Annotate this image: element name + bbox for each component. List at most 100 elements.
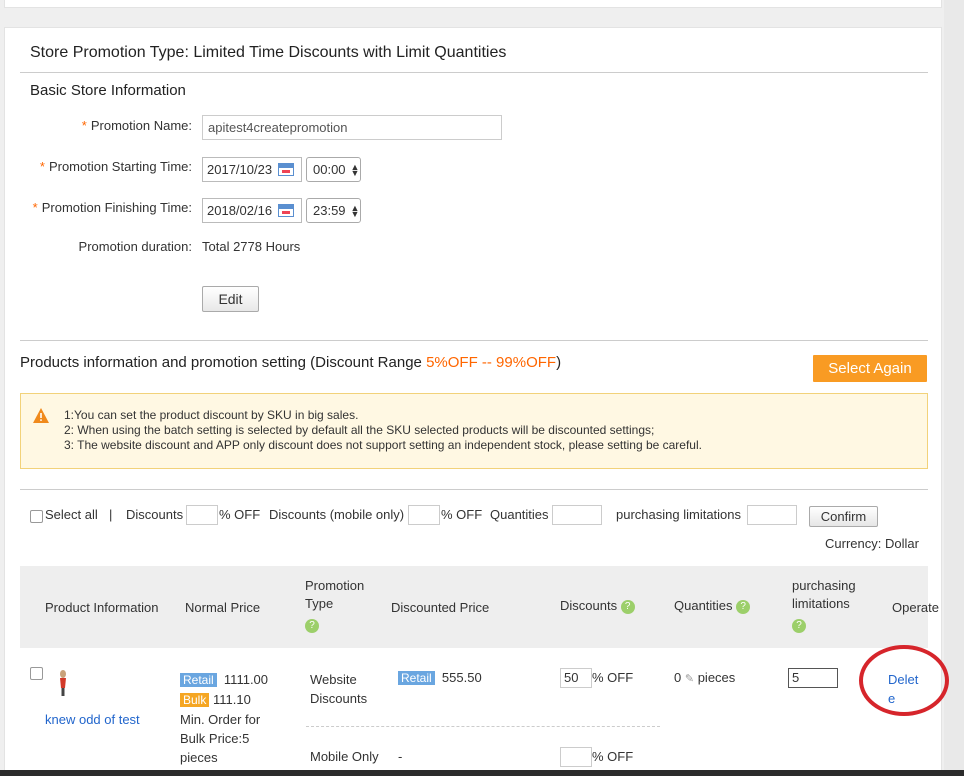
limit-input[interactable]: 5 [788,668,838,688]
mobile-discount-input[interactable] [560,747,592,767]
products-section-title: Products information and promotion setti… [20,354,561,371]
required-mark: * [32,200,38,215]
section-title-text: Products information and promotion setti… [20,354,427,371]
required-mark: * [81,118,87,133]
th-promotion-type-line: Type [305,596,334,611]
batch-discount-input[interactable] [186,505,218,525]
product-name-link[interactable]: knew odd of test [45,712,140,727]
batch-limit-input[interactable] [747,505,797,525]
divider [20,489,928,490]
warning-icon [33,408,49,423]
quantities-label: Quantities [490,507,549,522]
notice-line: 1:You can set the product discount by SK… [64,408,359,422]
mobile-price: - [398,749,403,764]
finish-time-value: 23:59 [313,203,346,218]
off-label: % OFF [219,507,261,522]
currency-label: Currency: Dollar [825,536,919,551]
website-price-cell: Retail 555.50 [398,670,482,685]
promotion-name-label: * Promotion Name: [20,118,192,133]
calendar-icon[interactable] [278,204,295,217]
discount-range: 5%OFF -- 99%OFF [426,354,557,371]
help-icon[interactable]: ? [736,599,751,614]
retail-tag: Retail [398,671,435,685]
th-promotion-type: Promotion Type ? [305,577,364,634]
th-promotion-type-line: Promotion [305,578,365,593]
duration-label: Promotion duration: [78,239,192,254]
select-again-button[interactable]: Select Again [813,355,927,382]
product-thumbnail-icon[interactable] [55,668,71,698]
highlight-circle [859,645,949,716]
th-limit-line: limitations [792,596,850,611]
th-normal-price: Normal Price [185,600,261,615]
batch-mobile-discount-input[interactable] [408,505,440,525]
updown-arrows-icon: ▲ ▼ [350,161,360,178]
start-time-label-text: Promotion Starting Time: [48,159,192,174]
divider [20,340,928,341]
bottom-bar [0,770,964,776]
updown-arrows-icon: ▲ ▼ [350,202,360,219]
help-icon[interactable]: ? [792,618,806,633]
select-all-checkbox[interactable] [30,510,43,523]
bulk-tag: Bulk [180,693,210,707]
pieces-label: pieces [697,670,736,685]
page-title: Store Promotion Type: Limited Time Disco… [30,44,507,61]
mobile-type-cell: Mobile Only [310,749,379,764]
divider [20,72,928,73]
help-icon[interactable]: ? [620,599,635,614]
required-mark: * [39,159,45,174]
website-price: 555.50 [441,670,482,685]
finish-time-label-text: Promotion Finishing Time: [41,200,192,215]
finish-time-select[interactable]: 23:59 ▲ ▼ [306,198,361,223]
notice-box: 1:You can set the product discount by SK… [20,393,928,469]
retail-tag: Retail [180,673,217,687]
th-quantities-text: Quantities [674,598,733,613]
start-date-input[interactable]: 2017/10/23 [202,157,302,182]
finish-date-input[interactable]: 2018/02/16 [202,198,302,223]
confirm-button[interactable]: Confirm [809,506,878,527]
quantity-value: 0 [674,670,682,685]
duration-value: Total 2778 Hours [202,239,301,254]
min-order-line: Bulk Price:5 [180,731,250,746]
th-discounts: Discounts ? [560,597,635,615]
finish-date-value: 2018/02/16 [207,203,273,218]
min-order-line: Min. Order for [180,712,261,727]
th-operate: Operate [892,600,939,615]
min-order-line: pieces [180,750,218,765]
calendar-icon[interactable] [278,163,295,176]
row-divider [306,726,660,727]
promotion-name-input[interactable]: apitest4createpromotion [202,115,502,140]
scrollbar-track[interactable] [944,0,964,776]
start-date-value: 2017/10/23 [207,162,273,177]
notice-text: 1:You can set the product discount by SK… [64,408,702,453]
section-title-end: ) [556,354,562,371]
row-checkbox[interactable] [30,667,43,680]
th-product-information: Product Information [45,600,159,615]
discounts-label: Discounts [126,507,184,522]
start-time-value: 00:00 [313,162,346,177]
website-type-cell: Website Discounts [310,670,367,708]
th-discounted-price: Discounted Price [391,600,490,615]
top-card [4,0,942,8]
notice-line: 3: The website discount and APP only dis… [64,438,702,452]
batch-quantity-input[interactable] [552,505,602,525]
mobile-off-label: % OFF [592,749,634,764]
type-line: Discounts [310,691,368,706]
finish-time-label: * Promotion Finishing Time: [20,200,192,215]
off-label-mobile: % OFF [441,507,483,522]
help-icon[interactable]: ? [305,618,319,633]
notice-line: 2: When using the batch setting is selec… [64,423,655,437]
retail-price: 1111.00 [223,672,269,687]
website-discount-input[interactable]: 50 [560,668,592,688]
type-line: Website [310,672,357,687]
start-time-select[interactable]: 00:00 ▲ ▼ [306,157,361,182]
start-time-label: * Promotion Starting Time: [20,159,192,174]
separator: | [109,507,113,522]
off-label: % OFF [592,670,634,685]
bulk-price: 111.10 [212,692,251,707]
discounts-mobile-label: Discounts (mobile only) [269,507,405,522]
normal-price-cell: Retail 1111.00 Bulk 111.10 Min. Order fo… [180,670,268,767]
pencil-icon[interactable]: ✎ [685,673,694,685]
basic-info-title: Basic Store Information [30,82,186,99]
edit-button[interactable]: Edit [202,286,259,312]
select-all-label: Select all [45,507,98,522]
